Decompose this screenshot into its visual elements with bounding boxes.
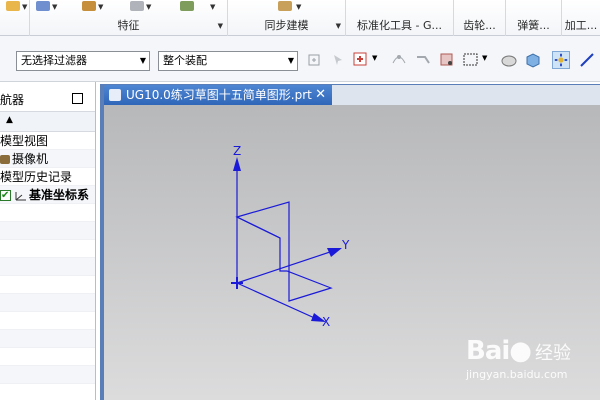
navigator-empty-row xyxy=(0,384,95,400)
origin-marker xyxy=(231,277,243,289)
ribbon-group-label: 标准化工具 - G... xyxy=(357,19,442,32)
part-navigator: 航器 ▲ 模型视图 摄像机 模型历史记录 基准坐标系 xyxy=(0,82,96,400)
ribbon-group-label: 特征 xyxy=(117,19,140,32)
navigator-item-cameras[interactable]: 摄像机 xyxy=(0,150,95,168)
group-expand-icon[interactable]: ▼ xyxy=(336,22,341,30)
navigator-item-model-views[interactable]: 模型视图 xyxy=(0,132,95,150)
ribbon-group-label: 同步建模 xyxy=(264,19,309,32)
sync-tool-icon[interactable] xyxy=(278,1,292,11)
ribbon-group-label: 加工... xyxy=(564,19,598,32)
csys-plane-outline xyxy=(235,201,333,302)
maximize-icon[interactable] xyxy=(72,93,83,104)
dropdown-arrow-icon[interactable]: ▼ xyxy=(372,54,377,62)
visibility-checkbox[interactable] xyxy=(0,187,11,203)
close-icon[interactable]: ✕ xyxy=(315,85,326,105)
navigator-item-label: 模型历史记录 xyxy=(0,170,73,184)
dropdown-arrow-icon[interactable]: ▼ xyxy=(210,3,215,11)
navigator-item-label: 摄像机 xyxy=(12,152,49,166)
x-axis-label: X xyxy=(322,315,330,329)
type-filter-select[interactable]: 无选择过滤器 ▼ xyxy=(16,51,150,71)
watermark-brand: Bai xyxy=(466,336,510,366)
navigator-column-header[interactable]: ▲ xyxy=(0,112,95,132)
y-axis-label: Y xyxy=(341,238,350,252)
dropdown-arrow-icon[interactable]: ▼ xyxy=(52,3,57,11)
ribbon-group-machining[interactable]: 加工... xyxy=(562,0,600,36)
ribbon-group-features[interactable]: ▼ ▼ ▼ ▼ 特征 ▼ xyxy=(30,0,228,36)
rectangle-select-icon[interactable] xyxy=(462,51,480,69)
ribbon-group-gears[interactable]: 齿轮... xyxy=(454,0,506,36)
snap-grid-icon[interactable] xyxy=(552,51,570,69)
add-selection-icon[interactable] xyxy=(352,51,370,69)
ribbon-group-label: 弹簧... xyxy=(517,19,550,32)
navigator-empty-row xyxy=(0,330,95,348)
ribbon-group-1[interactable]: ▼ xyxy=(0,0,30,36)
tab-title: UG10.0练习草图十五简单图形.prt xyxy=(126,88,312,102)
y-axis-arrow xyxy=(327,248,342,257)
chevron-down-icon: ▼ xyxy=(287,56,294,65)
watermark-brand-cn: 经验 xyxy=(534,343,571,364)
feature-tool-icon[interactable] xyxy=(82,1,96,11)
feature-tool-icon[interactable] xyxy=(180,1,194,11)
part-file-icon xyxy=(109,89,121,101)
navigator-empty-row xyxy=(0,348,95,366)
ribbon-group-standard-tools[interactable]: 标准化工具 - G... xyxy=(346,0,454,36)
z-axis-arrow xyxy=(233,157,241,171)
camera-icon xyxy=(0,155,10,164)
navigator-empty-row xyxy=(0,312,95,330)
ribbon-group-sync-modeling[interactable]: ▼ 同步建模 ▼ xyxy=(228,0,346,36)
ribbon-tool-icon xyxy=(6,1,20,11)
show-hide-icon[interactable] xyxy=(500,51,518,69)
navigator-empty-row xyxy=(0,204,95,222)
navigator-empty-row xyxy=(0,276,95,294)
feature-tool-icon[interactable] xyxy=(130,1,144,11)
paw-icon: ● xyxy=(509,336,532,366)
select-feature-icon[interactable] xyxy=(330,51,348,69)
type-filter-value: 无选择过滤器 xyxy=(21,54,87,67)
navigator-empty-row xyxy=(0,258,95,276)
dropdown-arrow-icon[interactable]: ▼ xyxy=(296,3,301,11)
group-expand-icon[interactable]: ▼ xyxy=(218,22,223,30)
csys-icon xyxy=(15,191,26,200)
tab-strip xyxy=(332,85,600,105)
dropdown-arrow-icon[interactable]: ▼ xyxy=(98,3,103,11)
dropdown-arrow-icon[interactable]: ▼ xyxy=(146,3,151,11)
watermark: Bai● 经验 jingyan.baidu.com xyxy=(466,336,571,381)
selection-toolbar: 无选择过滤器 ▼ 整个装配 ▼ ▼ ▼ xyxy=(0,36,600,82)
line-tool-icon[interactable] xyxy=(578,51,596,69)
watermark-url: jingyan.baidu.com xyxy=(466,368,568,381)
navigator-header: 航器 xyxy=(0,82,95,112)
tab-part-file[interactable]: UG10.0练习草图十五简单图形.prt ✕ xyxy=(104,85,332,105)
navigator-empty-row xyxy=(0,294,95,312)
navigator-empty-row xyxy=(0,240,95,258)
ribbon-group-label: 齿轮... xyxy=(463,19,496,32)
face-rule-icon[interactable] xyxy=(438,51,456,69)
dropdown-arrow-icon[interactable]: ▼ xyxy=(22,3,27,11)
navigator-empty-row xyxy=(0,366,95,384)
solid-view-icon[interactable] xyxy=(524,51,542,69)
selection-scope-value: 整个装配 xyxy=(163,54,207,67)
csys-plane-edge xyxy=(236,216,281,239)
navigator-empty-row xyxy=(0,222,95,240)
sort-up-icon[interactable]: ▲ xyxy=(6,115,13,125)
navigator-item-datum-csys[interactable]: 基准坐标系 xyxy=(0,186,95,204)
navigator-item-label: 模型视图 xyxy=(0,134,49,148)
ribbon-group-springs[interactable]: 弹簧... xyxy=(506,0,562,36)
x-axis-line xyxy=(236,282,320,321)
z-axis-label: Z xyxy=(233,144,241,158)
snap-point-icon[interactable] xyxy=(306,51,324,69)
chevron-down-icon: ▼ xyxy=(139,56,146,65)
dropdown-arrow-icon[interactable]: ▼ xyxy=(482,54,487,62)
navigator-item-model-history[interactable]: 模型历史记录 xyxy=(0,168,95,186)
curve-rule-icon[interactable] xyxy=(414,51,432,69)
y-axis-line xyxy=(236,249,337,284)
ribbon: ▼ ▼ ▼ ▼ ▼ 特征 ▼ ▼ 同步建模 ▼ 标准化工具 - G... 齿轮.… xyxy=(0,0,600,36)
navigator-title: 航器 xyxy=(0,93,25,107)
navigator-item-label: 基准坐标系 xyxy=(29,188,90,202)
feature-tool-icon[interactable] xyxy=(36,1,50,11)
point-on-curve-icon[interactable] xyxy=(390,51,408,69)
selection-scope-select[interactable]: 整个装配 ▼ xyxy=(158,51,298,71)
